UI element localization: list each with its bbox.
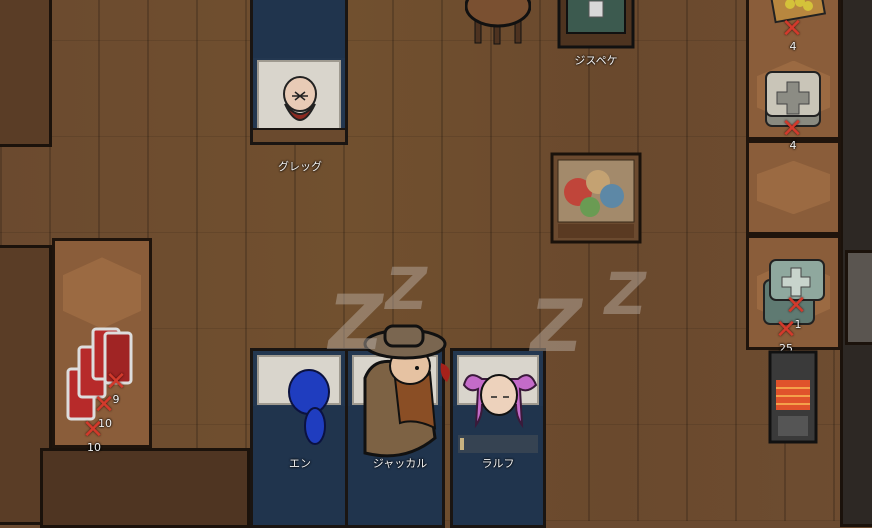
stack-count: 4	[789, 40, 797, 53]
label-ralph: ラルフ	[481, 457, 515, 470]
wall-right-panel	[845, 250, 872, 345]
colonist-jispeke-bed[interactable]	[557, 0, 635, 51]
shelf-right-mid[interactable]	[746, 140, 841, 235]
stool-icon	[464, 0, 532, 45]
forbid-icon: ✕	[781, 14, 803, 44]
crate-icon	[550, 152, 642, 244]
storage-crate[interactable]	[550, 152, 642, 244]
stool[interactable]	[464, 0, 532, 48]
label-jackal: ジャッカル	[372, 457, 428, 470]
forbid-icon: ✕	[775, 315, 797, 345]
label-greg: グレッグ	[278, 160, 322, 173]
heater[interactable]	[768, 350, 818, 445]
wall-bottom-left	[40, 448, 250, 528]
forbid-icon: ✕	[82, 415, 104, 445]
end-table-icon	[557, 0, 635, 49]
sleeping-pawn-icon	[283, 76, 317, 121]
colonist-greg[interactable]	[277, 70, 323, 130]
label-en: エン	[289, 457, 311, 470]
rest-progress-bar	[458, 435, 538, 453]
label-jispeke: ジスペケ	[574, 54, 618, 67]
sleeping-pawn-icon	[462, 374, 538, 429]
colonist-ralph[interactable]	[458, 365, 540, 435]
sleeping-pawn-icon	[288, 369, 330, 445]
heater-icon	[768, 350, 818, 444]
rest-progress-fill	[460, 438, 464, 450]
stack-count: 10	[87, 441, 101, 454]
stack-count: 4	[789, 139, 797, 152]
wall-top-left	[0, 0, 52, 147]
colonist-en[interactable]	[285, 368, 335, 448]
